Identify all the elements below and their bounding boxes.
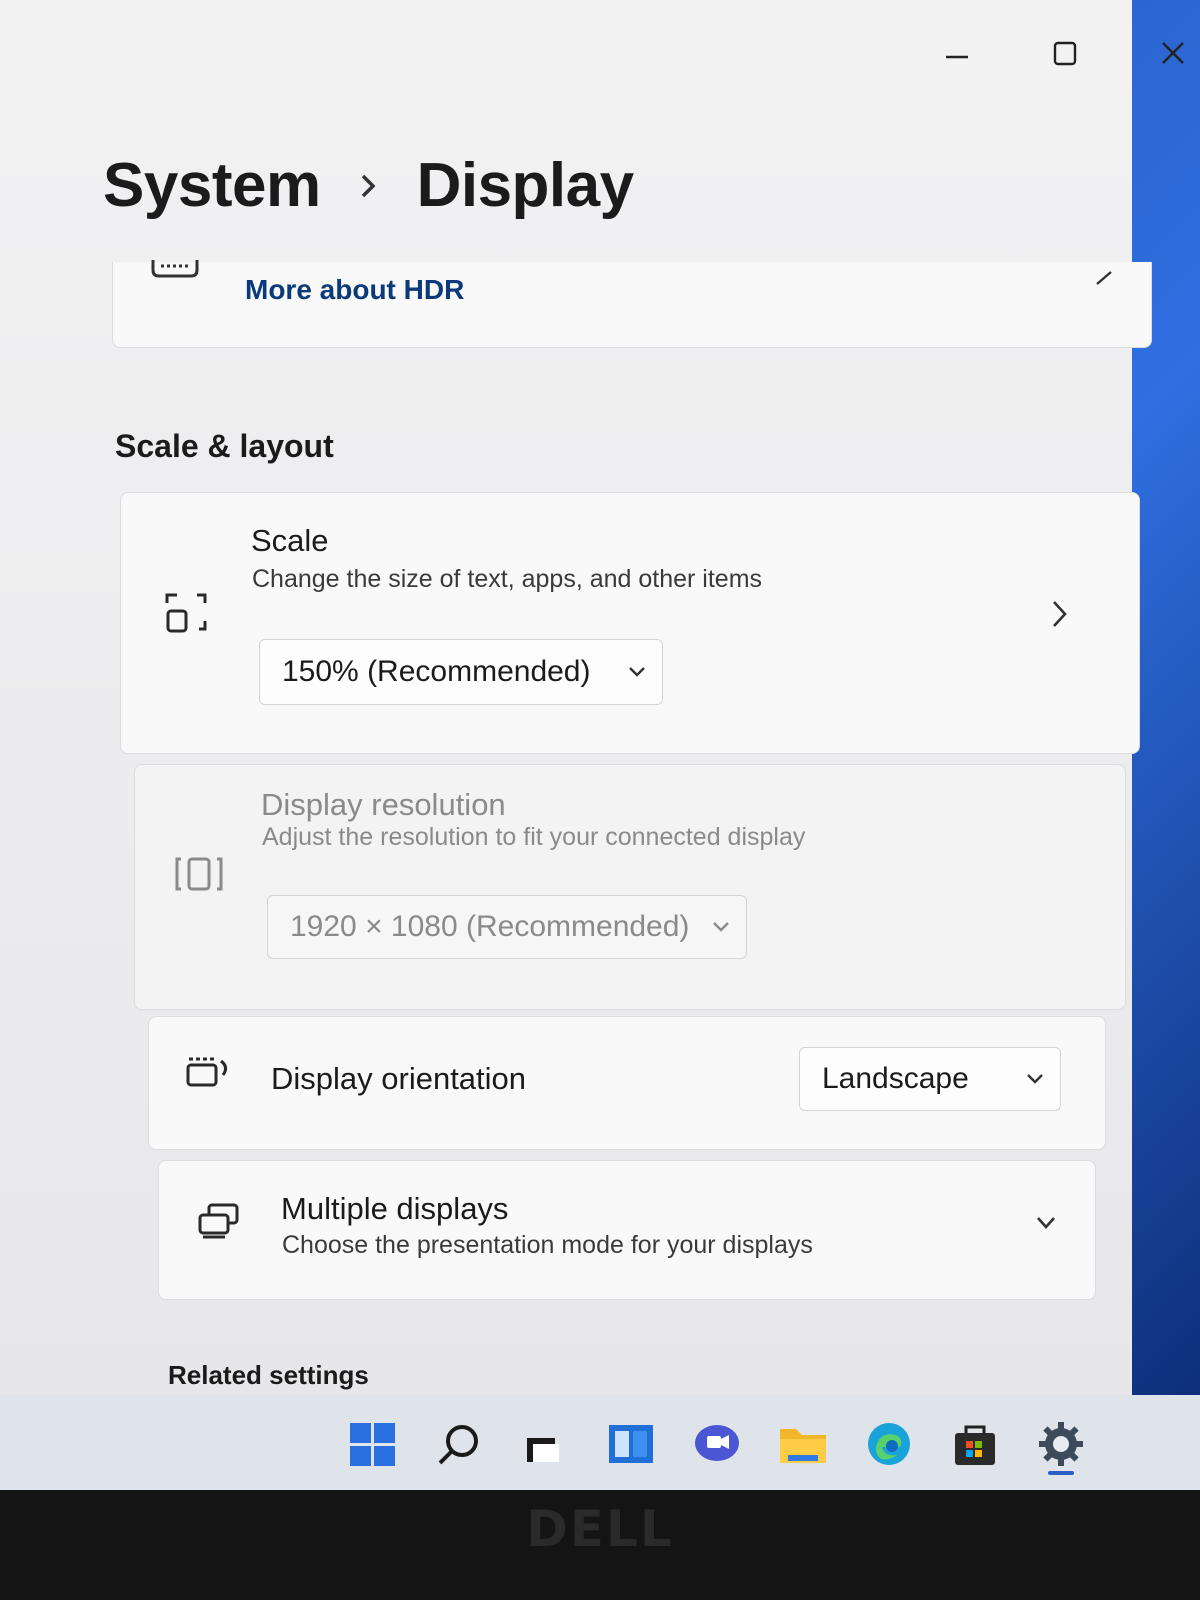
search-icon[interactable]	[416, 1411, 502, 1477]
hdr-icon	[151, 258, 199, 285]
external-link-icon	[1095, 268, 1113, 291]
orientation-icon	[185, 1051, 233, 1096]
resolution-card: Display resolution Adjust the resolution…	[134, 764, 1126, 1010]
multiple-displays-icon	[197, 1201, 243, 1246]
scale-title: Scale	[251, 523, 329, 558]
chevron-down-icon[interactable]	[1035, 1215, 1057, 1236]
minimize-button[interactable]	[932, 30, 982, 76]
orientation-dropdown-value: Landscape	[822, 1062, 969, 1095]
widgets-icon[interactable]	[588, 1411, 674, 1477]
breadcrumb: System Display	[103, 150, 634, 221]
orientation-card: Display orientation Landscape	[148, 1016, 1106, 1150]
orientation-title: Display orientation	[271, 1061, 527, 1096]
breadcrumb-parent[interactable]: System	[103, 150, 321, 221]
scale-dropdown[interactable]: 150% (Recommended)	[259, 639, 663, 705]
task-view-icon[interactable]	[502, 1411, 588, 1477]
page-title: Display	[416, 151, 635, 220]
more-about-hdr-link[interactable]: More about HDR	[245, 274, 464, 306]
active-indicator	[1048, 1471, 1074, 1475]
start-icon[interactable]	[330, 1411, 416, 1477]
taskbar-icons	[330, 1411, 1104, 1477]
breadcrumb-chevron-icon	[359, 172, 377, 200]
close-icon	[1162, 42, 1184, 64]
settings-icon[interactable]	[1018, 1411, 1104, 1477]
chevron-down-icon	[612, 665, 662, 679]
resolution-dropdown[interactable]: 1920 × 1080 (Recommended)	[267, 895, 747, 959]
resolution-title: Display resolution	[261, 787, 506, 822]
resolution-icon	[175, 855, 223, 898]
settings-window: System Display More about HDR Scale & la…	[0, 0, 1184, 1395]
brand-logo: DELL	[526, 1500, 674, 1558]
scale-card: Scale Change the size of text, apps, and…	[120, 492, 1140, 754]
chat-icon[interactable]	[674, 1411, 760, 1477]
section-title-related-settings: Related settings	[168, 1360, 369, 1390]
store-icon[interactable]	[932, 1411, 1018, 1477]
chevron-down-icon	[1010, 1072, 1060, 1086]
hdr-card: More about HDR	[112, 260, 1152, 348]
taskbar	[0, 1395, 1200, 1490]
scale-open-chevron-right-icon[interactable]	[1051, 599, 1069, 634]
maximize-icon	[1053, 41, 1077, 66]
scale-icon	[165, 591, 209, 640]
multiple-displays-card[interactable]: Multiple displays Choose the presentatio…	[158, 1160, 1096, 1300]
desktop-screen: System Display More about HDR Scale & la…	[0, 0, 1200, 1395]
multiple-displays-title: Multiple displays	[281, 1191, 509, 1226]
resolution-description: Adjust the resolution to fit your connec…	[262, 823, 806, 851]
resolution-dropdown-value: 1920 × 1080 (Recommended)	[290, 910, 690, 943]
close-button[interactable]	[1148, 30, 1198, 76]
orientation-dropdown[interactable]: Landscape	[799, 1047, 1061, 1111]
edge-icon[interactable]	[846, 1411, 932, 1477]
chevron-down-icon	[696, 920, 746, 934]
file-explorer-icon[interactable]	[760, 1411, 846, 1477]
section-title-scale-layout: Scale & layout	[115, 428, 334, 464]
scale-dropdown-value: 150% (Recommended)	[282, 655, 591, 688]
multiple-displays-description: Choose the presentation mode for your di…	[282, 1231, 813, 1259]
maximize-button[interactable]	[1040, 30, 1090, 76]
scale-description: Change the size of text, apps, and other…	[252, 565, 763, 593]
minimize-icon	[946, 55, 968, 59]
